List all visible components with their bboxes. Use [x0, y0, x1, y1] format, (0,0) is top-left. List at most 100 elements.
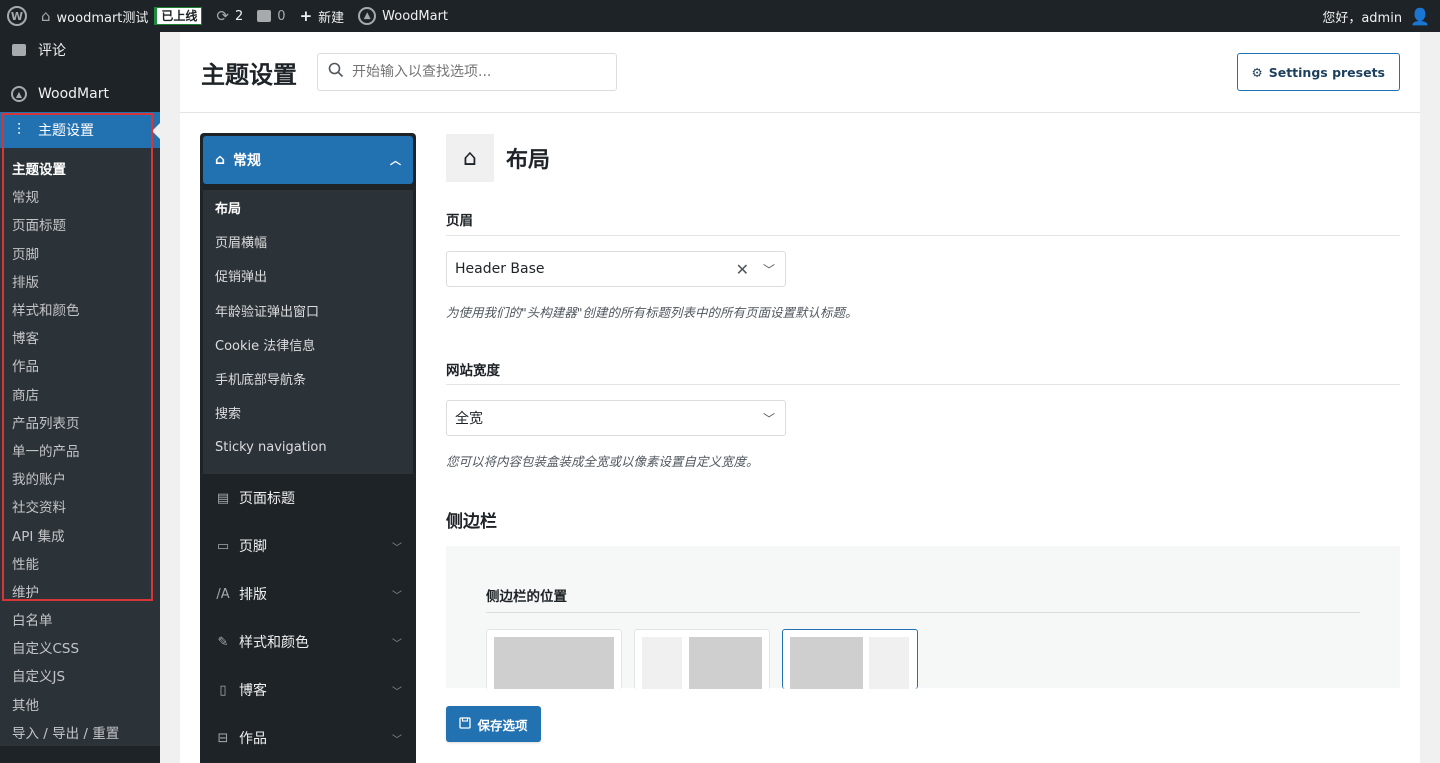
menu-item-woodmart[interactable]: ▲ WoodMart	[0, 76, 160, 112]
options-subitem[interactable]: 搜索	[203, 396, 413, 430]
submenu-item[interactable]: 作品	[0, 351, 160, 379]
options-subitem[interactable]: 手机底部导航条	[203, 361, 413, 395]
new-label: 新建	[318, 10, 345, 26]
comment-icon	[10, 44, 28, 56]
user-avatar-icon: 👤	[1410, 6, 1430, 26]
wordpress-icon: W	[7, 6, 27, 26]
content-block	[494, 637, 614, 689]
home-icon: ⌂	[446, 134, 494, 182]
content-block	[689, 637, 762, 689]
content-block	[790, 637, 863, 689]
section-label: 页脚	[239, 539, 267, 555]
submenu-item[interactable]: 常规	[0, 182, 160, 210]
refresh-icon: ⟳	[216, 7, 229, 25]
site-name: woodmart测试	[56, 10, 149, 26]
site-width-label: 网站宽度	[446, 363, 500, 379]
divider	[486, 612, 1360, 613]
submenu-item[interactable]: 社交资料	[0, 492, 160, 520]
sidebar-position-panel: 侧边栏的位置	[446, 546, 1400, 689]
chevron-down-icon: ﹀	[392, 686, 402, 698]
options-subsection-list: 布局 页眉横幅 促销弹出 年龄验证弹出窗口 Cookie 法律信息 手机底部导航…	[203, 190, 413, 474]
new-content-link[interactable]: + 新建	[293, 0, 352, 32]
options-subitem[interactable]: 年龄验证弹出窗口	[203, 293, 413, 327]
updates-link[interactable]: ⟳ 2	[209, 0, 250, 32]
chevron-down-icon: ﹀	[762, 262, 775, 277]
section-label: 常规	[233, 153, 262, 169]
submenu-item[interactable]: 博客	[0, 323, 160, 351]
window-icon: ▤	[216, 490, 230, 506]
site-name-link[interactable]: ⌂ woodmart测试 已上线	[34, 0, 209, 32]
options-search[interactable]	[317, 53, 617, 91]
header-select[interactable]: Header Base ✕ ﹀	[446, 251, 786, 287]
layout-option-no-sidebar[interactable]	[486, 629, 622, 689]
options-subitem[interactable]: 布局	[203, 190, 413, 224]
submenu-item[interactable]: 维护	[0, 577, 160, 605]
submenu-item[interactable]: 样式和颜色	[0, 295, 160, 323]
divider	[446, 384, 1400, 385]
site-width-hint: 您可以将内容包装盒装成全宽或以像素设置自定义宽度。	[446, 454, 759, 469]
submenu-item[interactable]: 导入 / 导出 / 重置	[0, 718, 160, 746]
woodmart-link[interactable]: ▲ WoodMart	[351, 0, 455, 32]
live-badge: 已上线	[154, 7, 203, 25]
options-section-page-title[interactable]: ▤ 页面标题	[200, 474, 416, 522]
save-options-label: 保存选项	[477, 717, 528, 733]
submenu-item[interactable]: 产品列表页	[0, 408, 160, 436]
menu-item-label: WoodMart	[38, 86, 109, 102]
options-section-blog[interactable]: ▯ 博客 ﹀	[200, 666, 416, 714]
site-width-value: 全宽	[455, 411, 483, 427]
menu-item-comments[interactable]: 评论	[0, 32, 160, 68]
submenu-item[interactable]: 我的账户	[0, 464, 160, 492]
submenu-item[interactable]: API 集成	[0, 520, 160, 548]
chevron-down-icon: ﹀	[392, 734, 402, 746]
options-subitem[interactable]: Sticky navigation	[203, 430, 413, 464]
submenu-item[interactable]: 排版	[0, 267, 160, 295]
submenu-item[interactable]: 页脚	[0, 239, 160, 267]
woodmart-icon: ▲	[358, 7, 377, 25]
comments-link[interactable]: 0	[250, 0, 292, 32]
search-icon	[328, 62, 344, 82]
options-subitem[interactable]: Cookie 法律信息	[203, 327, 413, 361]
layout-option-left-sidebar[interactable]	[634, 629, 770, 689]
options-section-portfolio[interactable]: ⊟ 作品 ﹀	[200, 714, 416, 762]
section-header: ⌂ 布局	[446, 133, 1400, 183]
submenu-item[interactable]: 单一的产品	[0, 436, 160, 464]
section-title: 布局	[506, 148, 551, 173]
admin-menu: 评论 ▲ WoodMart ⫶ 主题设置 主题设置 常规 页面标题 页脚 排版 …	[0, 32, 160, 763]
submenu-item[interactable]: 主题设置	[0, 154, 160, 182]
search-input[interactable]	[352, 64, 602, 80]
submenu-item[interactable]: 页面标题	[0, 210, 160, 238]
chevron-down-icon: ﹀	[392, 638, 402, 650]
submenu-item[interactable]: 其他	[0, 690, 160, 718]
briefcase-icon: ⊟	[217, 730, 229, 746]
options-section-styles-colors[interactable]: ✎ 样式和颜色 ﹀	[200, 618, 416, 666]
my-account-link[interactable]: 您好，admin 👤	[1322, 7, 1440, 26]
comments-count: 0	[277, 8, 286, 24]
settings-presets-button[interactable]: ⚙ Settings presets	[1236, 53, 1400, 91]
sliders-icon: ⫶	[16, 120, 21, 139]
options-section-footer[interactable]: ▭ 页脚 ﹀	[200, 522, 416, 570]
submenu-item[interactable]: 自定义JS	[0, 661, 160, 689]
chevron-down-icon: ﹀	[762, 411, 775, 426]
save-options-button[interactable]: 保存选项	[446, 706, 541, 742]
options-subitem[interactable]: 促销弹出	[203, 259, 413, 293]
options-section-general[interactable]: ⌂ 常规 ︿	[203, 136, 413, 184]
options-section-typography[interactable]: /A 排版 ﹀	[200, 570, 416, 618]
section-label: 排版	[239, 587, 267, 603]
plus-icon: +	[299, 7, 313, 25]
submenu-item[interactable]: 自定义CSS	[0, 633, 160, 661]
section-label: 样式和颜色	[239, 635, 309, 651]
options-subitem[interactable]: 页眉横幅	[203, 224, 413, 258]
submenu-item[interactable]: 商店	[0, 380, 160, 408]
layout-option-right-sidebar[interactable]	[782, 629, 918, 689]
sidebar-section-title: 侧边栏	[446, 512, 497, 532]
submenu-item[interactable]: 性能	[0, 549, 160, 577]
layout-settings-panel: ⌂ 布局 页眉 Header Base ✕ ﹀ 为使用我们的"头构建器"创建的所…	[446, 133, 1400, 742]
greeting: 您好，admin	[1322, 10, 1403, 26]
menu-item-theme-settings[interactable]: ⫶ 主题设置	[0, 112, 160, 148]
wordpress-logo-button[interactable]: W	[0, 0, 34, 32]
submenu-item[interactable]: 白名单	[0, 605, 160, 633]
home-icon: ⌂	[41, 7, 51, 25]
home-icon: ⌂	[215, 152, 226, 168]
clear-icon[interactable]: ✕	[736, 260, 749, 279]
site-width-select[interactable]: 全宽 ﹀	[446, 400, 786, 436]
